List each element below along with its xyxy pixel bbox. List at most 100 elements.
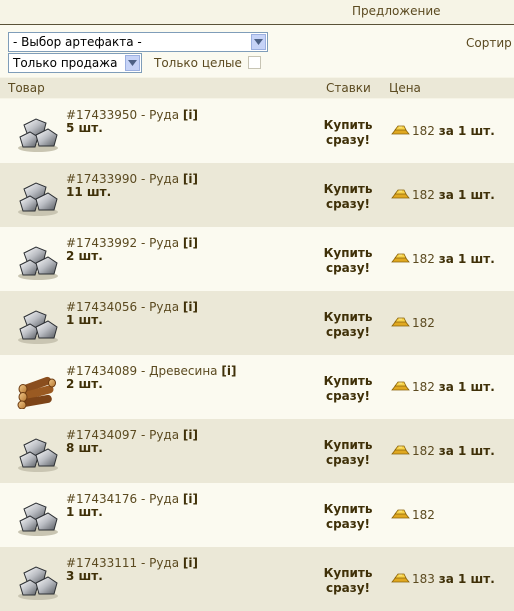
ore-icon[interactable] [16, 113, 60, 153]
buy-now-link[interactable]: Купить сразу! [312, 438, 384, 468]
buy-now-line-2[interactable]: сразу! [312, 261, 384, 276]
lot-link[interactable]: #17434176 - Руда [i] [66, 492, 198, 506]
column-item: Товар [8, 81, 45, 95]
buy-now-link[interactable]: Купить сразу! [312, 246, 384, 276]
lot-quantity: 3 шт. [66, 569, 103, 583]
info-link[interactable]: [i] [183, 108, 198, 122]
lot-title[interactable]: #17433111 - Руда [66, 556, 179, 570]
top-bar: Предложение [0, 0, 514, 25]
lot-link[interactable]: #17433111 - Руда [i] [66, 556, 198, 570]
info-link[interactable]: [i] [183, 428, 198, 442]
lot-quantity: 8 шт. [66, 441, 103, 455]
buy-now-link[interactable]: Купить сразу! [312, 118, 384, 148]
lot-price: 182 [390, 316, 435, 330]
info-link[interactable]: [i] [183, 236, 198, 250]
gold-icon [390, 508, 410, 520]
info-link[interactable]: [i] [183, 556, 198, 570]
lot-link[interactable]: #17434089 - Древесина [i] [66, 364, 236, 378]
lot-link[interactable]: #17433992 - Руда [i] [66, 236, 198, 250]
ore-icon[interactable] [16, 561, 60, 601]
table-row: #17433990 - Руда [i] 11 шт. Купить сразу! 18… [0, 163, 514, 227]
chevron-down-icon[interactable] [125, 55, 140, 71]
buy-now-line-1[interactable]: Купить [312, 118, 384, 133]
buy-now-link[interactable]: Купить сразу! [312, 566, 384, 596]
lot-title[interactable]: #17434056 - Руда [66, 300, 179, 314]
buy-now-line-1[interactable]: Купить [312, 310, 384, 325]
lot-title[interactable]: #17434176 - Руда [66, 492, 179, 506]
lot-price: 182 за 1 шт. [390, 444, 495, 458]
info-link[interactable]: [i] [183, 300, 198, 314]
buy-now-line-1[interactable]: Купить [312, 566, 384, 581]
lot-title[interactable]: #17434089 - Древесина [66, 364, 218, 378]
lot-link[interactable]: #17433990 - Руда [i] [66, 172, 198, 186]
ore-icon[interactable] [16, 241, 60, 281]
lot-quantity: 2 шт. [66, 249, 103, 263]
buy-now-line-2[interactable]: сразу! [312, 453, 384, 468]
lot-price: 182 за 1 шт. [390, 252, 495, 266]
price-value: 182 [412, 380, 435, 394]
info-link[interactable]: [i] [183, 492, 198, 506]
buy-now-line-1[interactable]: Купить [312, 438, 384, 453]
buy-now-line-2[interactable]: сразу! [312, 581, 384, 596]
lot-title[interactable]: #17433992 - Руда [66, 236, 179, 250]
table-row: #17434097 - Руда [i] 8 шт. Купить сразу! 182… [0, 419, 514, 483]
lot-title[interactable]: #17433950 - Руда [66, 108, 179, 122]
table-row: #17434056 - Руда [i] 1 шт. Купить сразу! 182 [0, 291, 514, 355]
gold-icon [390, 444, 410, 456]
ore-icon[interactable] [16, 305, 60, 345]
lot-price: 182 за 1 шт. [390, 124, 495, 138]
lot-title[interactable]: #17434097 - Руда [66, 428, 179, 442]
buy-now-line-1[interactable]: Купить [312, 182, 384, 197]
gold-icon [390, 188, 410, 200]
wood-icon[interactable] [16, 369, 60, 409]
info-link[interactable]: [i] [183, 172, 198, 186]
price-value: 183 [412, 572, 435, 586]
column-bids: Ставки [326, 81, 371, 95]
price-per-unit: за 1 шт. [438, 444, 495, 458]
price-value: 182 [412, 188, 435, 202]
gold-icon [390, 252, 410, 264]
lot-price: 182 за 1 шт. [390, 188, 495, 202]
buy-now-line-2[interactable]: сразу! [312, 197, 384, 212]
buy-now-link[interactable]: Купить сразу! [312, 374, 384, 404]
buy-now-line-1[interactable]: Купить [312, 502, 384, 517]
buy-now-link[interactable]: Купить сразу! [312, 502, 384, 532]
lot-link[interactable]: #17434056 - Руда [i] [66, 300, 198, 314]
ore-icon[interactable] [16, 177, 60, 217]
buy-now-line-2[interactable]: сразу! [312, 133, 384, 148]
buy-now-line-1[interactable]: Купить [312, 246, 384, 261]
only-whole-checkbox[interactable] [248, 56, 261, 69]
artifact-select[interactable]: - Выбор артефакта - [8, 32, 268, 52]
table-header: Товар Ставки Цена [0, 78, 514, 98]
table-row: #17434089 - Древесина [i] 2 шт. Купить сраз… [0, 355, 514, 419]
artifact-select-value: - Выбор артефакта - [13, 35, 142, 49]
info-link[interactable]: [i] [221, 364, 236, 378]
gold-icon [390, 572, 410, 584]
sale-type-select[interactable]: Только продажа [8, 53, 142, 73]
offer-link[interactable]: Предложение [352, 4, 441, 18]
buy-now-line-2[interactable]: сразу! [312, 325, 384, 340]
buy-now-link[interactable]: Купить сразу! [312, 310, 384, 340]
table-row: #17434176 - Руда [i] 1 шт. Купить сразу! 182 [0, 483, 514, 547]
ore-icon[interactable] [16, 497, 60, 537]
buy-now-line-2[interactable]: сразу! [312, 517, 384, 532]
price-per-unit: за 1 шт. [438, 124, 495, 138]
buy-now-line-2[interactable]: сразу! [312, 389, 384, 404]
lot-link[interactable]: #17433950 - Руда [i] [66, 108, 198, 122]
buy-now-line-1[interactable]: Купить [312, 374, 384, 389]
sort-label[interactable]: Сортир [466, 36, 512, 50]
ore-icon[interactable] [16, 433, 60, 473]
price-per-unit: за 1 шт. [438, 572, 495, 586]
price-value: 182 [412, 508, 435, 522]
filter-panel: - Выбор артефакта - Только продажа Тольк… [0, 25, 514, 77]
lot-price: 183 за 1 шт. [390, 572, 495, 586]
chevron-down-icon[interactable] [251, 34, 266, 50]
lot-title[interactable]: #17433990 - Руда [66, 172, 179, 186]
lot-price: 182 [390, 508, 435, 522]
table-row: #17433992 - Руда [i] 2 шт. Купить сразу! 182… [0, 227, 514, 291]
price-value: 182 [412, 444, 435, 458]
buy-now-link[interactable]: Купить сразу! [312, 182, 384, 212]
lot-quantity: 1 шт. [66, 505, 103, 519]
lot-link[interactable]: #17434097 - Руда [i] [66, 428, 198, 442]
price-per-unit: за 1 шт. [438, 188, 495, 202]
